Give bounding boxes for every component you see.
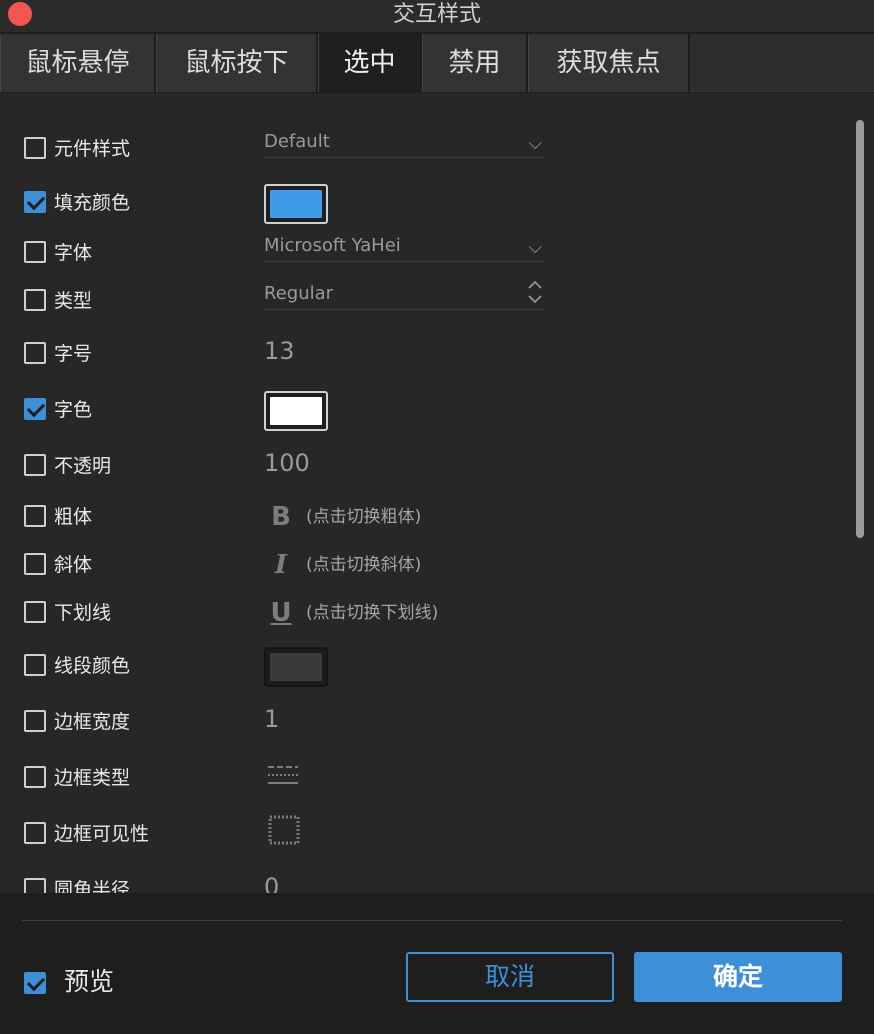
radius-value[interactable]: 0 xyxy=(264,869,279,893)
opacity-value[interactable]: 100 xyxy=(264,445,310,481)
linecolor-value xyxy=(270,653,322,681)
bold-checkbox[interactable] xyxy=(24,505,46,527)
type-select[interactable]: Regular xyxy=(264,280,544,310)
radius-label: 圆角半径 xyxy=(54,879,131,893)
underline-label: 下划线 xyxy=(54,602,112,624)
borderwidth-value[interactable]: 1 xyxy=(264,701,279,737)
tab-selected[interactable]: 选中 xyxy=(318,34,422,92)
font-select-value: Microsoft YaHei xyxy=(264,235,401,256)
style-select-value: Default xyxy=(264,131,330,152)
style-select[interactable]: Default ⌵ xyxy=(264,128,544,158)
bold-icon[interactable]: B xyxy=(266,500,296,534)
fill-color-swatch[interactable] xyxy=(264,184,328,224)
size-value[interactable]: 13 xyxy=(264,333,295,369)
fontcolor-swatch[interactable] xyxy=(264,391,328,431)
tab-mousedown[interactable]: 鼠标按下 xyxy=(156,34,318,92)
fontcolor-value xyxy=(270,397,322,425)
cancel-button[interactable]: 取消 xyxy=(406,952,614,1002)
footer-divider xyxy=(22,920,842,921)
style-label: 元件样式 xyxy=(54,138,131,160)
tab-disabled[interactable]: 禁用 xyxy=(422,34,528,92)
linecolor-swatch[interactable] xyxy=(264,647,328,687)
italic-label: 斜体 xyxy=(54,554,93,576)
tab-hover[interactable]: 鼠标悬停 xyxy=(0,34,156,92)
border-dashed-icon[interactable] xyxy=(266,757,302,793)
radius-checkbox[interactable] xyxy=(24,878,46,893)
chevron-down-icon: ⌵ xyxy=(528,237,542,258)
bordertype-label: 边框类型 xyxy=(54,767,131,789)
italic-icon[interactable]: I xyxy=(266,548,296,582)
prop-row-fill: 填充颜色 xyxy=(0,184,850,224)
underline-checkbox[interactable] xyxy=(24,601,46,623)
prop-row-font: 字体 Microsoft YaHei ⌵ xyxy=(0,235,850,268)
preview-checkbox[interactable] xyxy=(24,972,46,994)
opacity-checkbox[interactable] xyxy=(24,454,46,476)
opacity-label: 不透明 xyxy=(54,455,112,477)
borderwidth-checkbox[interactable] xyxy=(24,710,46,732)
type-select-value: Regular xyxy=(264,283,334,304)
chevron-up-down-icon xyxy=(526,276,544,308)
prop-row-type: 类型 Regular xyxy=(0,280,850,316)
chevron-down-icon: ⌵ xyxy=(528,133,542,154)
font-label: 字体 xyxy=(54,242,93,264)
fill-label: 填充颜色 xyxy=(54,192,131,214)
state-tabs: 鼠标悬停 鼠标按下 选中 禁用 获取焦点 xyxy=(0,34,874,92)
preview-label: 预览 xyxy=(64,967,115,996)
font-select[interactable]: Microsoft YaHei ⌵ xyxy=(264,232,544,262)
size-checkbox[interactable] xyxy=(24,342,46,364)
prop-row-underline: 下划线 U (点击切换下划线) xyxy=(0,598,850,628)
prop-row-bordervis: 边框可见性 xyxy=(0,815,850,849)
bold-label: 粗体 xyxy=(54,506,93,528)
fontcolor-checkbox[interactable] xyxy=(24,398,46,420)
window-title: 交互样式 xyxy=(392,2,481,27)
prop-row-fontcolor: 字色 xyxy=(0,391,850,431)
title-bar: 交互样式 xyxy=(0,0,874,32)
fontcolor-label: 字色 xyxy=(54,399,93,421)
style-checkbox[interactable] xyxy=(24,137,46,159)
prop-row-size: 字号 13 xyxy=(0,337,850,369)
borderwidth-label: 边框宽度 xyxy=(54,711,131,733)
underline-hint: (点击切换下划线) xyxy=(306,603,439,623)
prop-row-borderwidth: 边框宽度 1 xyxy=(0,705,850,737)
border-dotted-box-icon[interactable] xyxy=(266,813,302,849)
underline-icon[interactable]: U xyxy=(266,596,296,630)
linecolor-checkbox[interactable] xyxy=(24,654,46,676)
prop-row-style: 元件样式 Default ⌵ xyxy=(0,131,850,164)
italic-hint: (点击切换斜体) xyxy=(306,555,422,575)
prop-row-bordertype: 边框类型 xyxy=(0,763,850,793)
type-label: 类型 xyxy=(54,290,93,312)
prop-row-opacity: 不透明 100 xyxy=(0,449,850,481)
font-checkbox[interactable] xyxy=(24,241,46,263)
linecolor-label: 线段颜色 xyxy=(54,655,131,677)
tab-focus[interactable]: 获取焦点 xyxy=(528,34,690,92)
size-label: 字号 xyxy=(54,343,93,365)
prop-row-italic: 斜体 I (点击切换斜体) xyxy=(0,550,850,580)
fill-color-value xyxy=(270,190,322,218)
confirm-button[interactable]: 确定 xyxy=(634,952,842,1002)
prop-row-linecolor: 线段颜色 xyxy=(0,647,850,687)
bordervis-label: 边框可见性 xyxy=(54,823,150,845)
italic-checkbox[interactable] xyxy=(24,553,46,575)
panel-scrollbar[interactable] xyxy=(856,120,864,538)
bordervis-checkbox[interactable] xyxy=(24,822,46,844)
bold-hint: (点击切换粗体) xyxy=(306,507,422,527)
properties-panel: 元件样式 Default ⌵ 填充颜色 字体 Microsoft YaHei ⌵… xyxy=(0,93,874,893)
prop-row-radius: 圆角半径 0 xyxy=(0,873,850,893)
prop-row-bold: 粗体 B (点击切换粗体) xyxy=(0,502,850,532)
type-checkbox[interactable] xyxy=(24,289,46,311)
bordertype-checkbox[interactable] xyxy=(24,766,46,788)
fill-checkbox[interactable] xyxy=(24,191,46,213)
